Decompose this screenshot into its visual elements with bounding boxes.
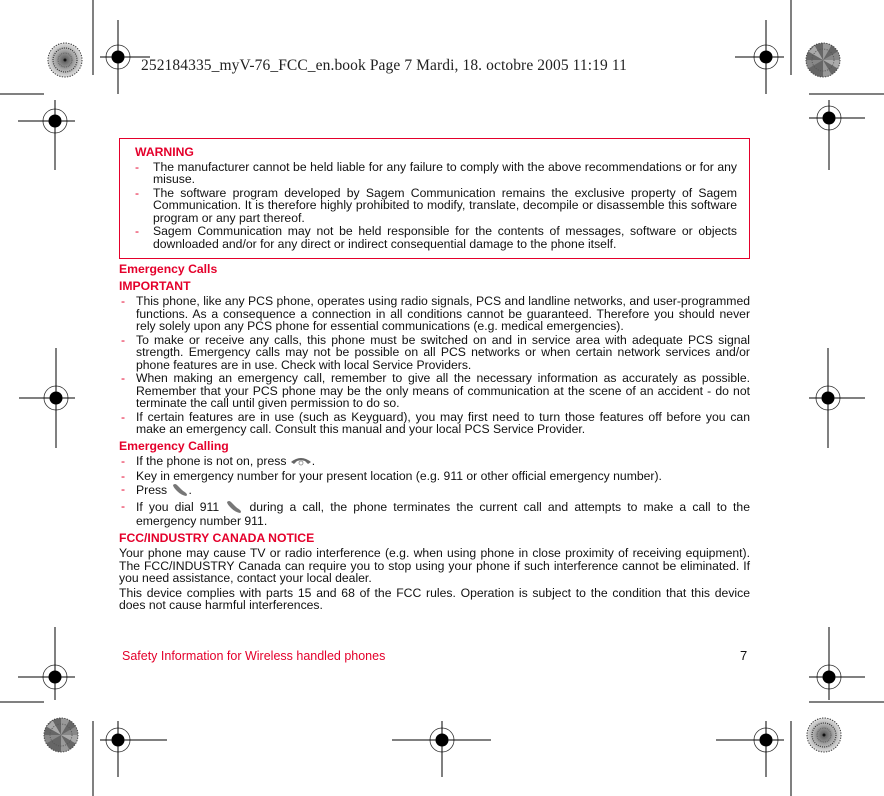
important-item: If certain features are in use (such as … (119, 410, 750, 436)
important-list: This phone, like any PCS phone, operates… (119, 295, 750, 436)
emergency-calls-heading: Emergency Calls (119, 262, 218, 276)
item-text: If the phone is not on, press (136, 454, 290, 468)
warning-item: The manufacturer cannot be held liable f… (135, 160, 737, 186)
item-text: Press (136, 483, 171, 497)
fcc-paragraph: This device complies with parts 15 and 6… (119, 585, 750, 613)
footer-section-title: Safety Information for Wireless handled … (122, 649, 386, 663)
emergency-calling-item: Press . (119, 483, 750, 499)
page-number: 7 (740, 648, 748, 663)
emergency-calling-item: If the phone is not on, press . (119, 455, 750, 469)
warning-list: The manufacturer cannot be held liable f… (135, 160, 737, 251)
warning-title: WARNING (135, 145, 194, 159)
emergency-calling-item: Key in emergency number for your present… (119, 470, 750, 483)
warning-box: WARNING The manufacturer cannot be held … (119, 138, 750, 259)
print-slug: 252184335_myV-76_FCC_en.book Page 7 Mard… (141, 57, 627, 74)
warning-item: The software program developed by Sagem … (135, 186, 737, 225)
emergency-calling-list: If the phone is not on, press . Key in e… (119, 455, 750, 528)
item-text: . (188, 483, 192, 497)
important-item: This phone, like any PCS phone, operates… (119, 295, 750, 333)
item-text: . (311, 454, 316, 468)
power-end-key-icon (290, 455, 312, 469)
important-item: To make or receive any calls, this phone… (119, 333, 750, 372)
important-heading: IMPORTANT (119, 278, 191, 293)
warning-item: Sagem Communication may not be held resp… (135, 225, 737, 250)
emergency-calling-heading: Emergency Calling (119, 438, 229, 453)
call-key-icon (171, 483, 189, 499)
emergency-calling-item: If you dial 911 during a call, the phone… (119, 500, 750, 528)
item-text: If you dial 911 (136, 499, 226, 514)
page-content: WARNING The manufacturer cannot be held … (119, 138, 750, 612)
call-key-icon (225, 500, 243, 516)
fcc-paragraph: Your phone may cause TV or radio interfe… (119, 546, 750, 586)
fcc-heading: FCC/INDUSTRY CANADA NOTICE (119, 530, 315, 545)
important-item: When making an emergency call, remember … (119, 372, 750, 410)
